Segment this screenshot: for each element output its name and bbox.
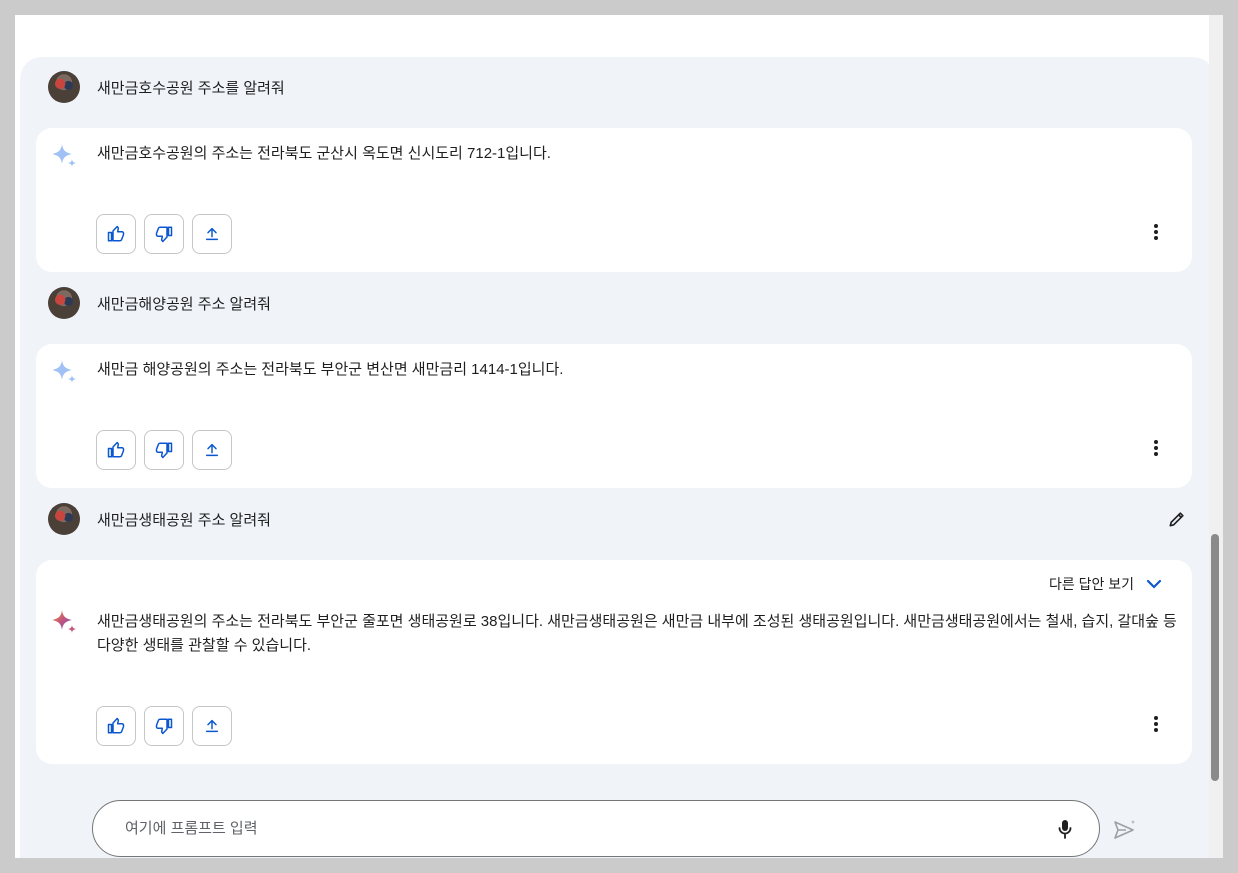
thumbs-down-icon [155,442,173,459]
answer-card: 다른 답안 보기 새만금생태공원의 주소는 전라북도 부안군 줄포면 생태공원로… [36,560,1192,764]
share-button[interactable] [192,430,232,470]
answer-actions [96,214,232,254]
avatar [48,287,80,319]
thumbs-down-button[interactable] [144,430,184,470]
edit-query-button[interactable] [1166,508,1188,530]
chevron-down-icon [1146,579,1162,589]
thumbs-down-icon [155,718,173,735]
thumbs-up-button[interactable] [96,214,136,254]
gemini-spark-icon [52,610,76,633]
user-query-text: 새만금생태공원 주소 알려줘 [97,511,271,529]
thumbs-down-button[interactable] [144,706,184,746]
show-drafts-toggle[interactable]: 다른 답안 보기 [1049,574,1162,594]
avatar [48,503,80,535]
more-options-button[interactable] [1144,712,1168,736]
prompt-input[interactable] [125,801,1025,856]
share-button[interactable] [192,706,232,746]
thumbs-up-icon [107,717,125,734]
answer-actions [96,706,232,746]
share-button[interactable] [192,214,232,254]
send-button[interactable] [1110,815,1140,845]
thumbs-up-button[interactable] [96,430,136,470]
answer-card: 새만금 해양공원의 주소는 전라북도 부안군 변산면 새만금리 1414-1입니… [36,344,1192,488]
pencil-icon [1169,512,1184,527]
more-vert-icon [1154,440,1158,456]
gemini-spark-icon [52,360,76,383]
user-query: 새만금호수공원 주소를 알려줘 [48,70,1188,104]
send-icon [1114,820,1135,839]
answer-card: 새만금호수공원의 주소는 전라북도 군산시 옥도면 신시도리 712-1입니다. [36,128,1192,272]
user-query: 새만금해양공원 주소 알려줘 [48,286,1188,320]
prompt-bar [92,800,1100,857]
share-icon [205,443,219,457]
more-vert-icon [1154,716,1158,732]
scrollbar-thumb[interactable] [1211,534,1219,781]
window-bottom-edge [0,858,1238,873]
gemini-spark-icon [52,144,76,167]
avatar [48,71,80,103]
answer-text: 새만금생태공원의 주소는 전라북도 부안군 줄포면 생태공원로 38입니다. 새… [97,613,1177,654]
thumbs-up-icon [107,441,125,458]
answer-text: 새만금 해양공원의 주소는 전라북도 부안군 변산면 새만금리 1414-1입니… [97,361,564,378]
user-query-text: 새만금해양공원 주소 알려줘 [97,295,271,313]
user-query: 새만금생태공원 주소 알려줘 [48,502,1188,536]
thumbs-up-icon [107,225,125,242]
answer-actions [96,430,232,470]
share-icon [205,719,219,733]
chat-history: 새만금호수공원 주소를 알려줘 새만금호수공원의 주소는 전라북도 군산시 옥도… [20,57,1215,873]
show-drafts-label: 다른 답안 보기 [1048,576,1134,592]
more-options-button[interactable] [1144,436,1168,460]
thumbs-down-icon [155,226,173,243]
mic-icon [1058,820,1072,839]
user-query-text: 새만금호수공원 주소를 알려줘 [97,79,285,97]
answer-text: 새만금호수공원의 주소는 전라북도 군산시 옥도면 신시도리 712-1입니다. [97,145,551,162]
thumbs-up-button[interactable] [96,706,136,746]
more-vert-icon [1154,224,1158,240]
thumbs-down-button[interactable] [144,214,184,254]
more-options-button[interactable] [1144,220,1168,244]
mic-button[interactable] [1053,817,1077,841]
app-window: 새만금호수공원 주소를 알려줘 새만금호수공원의 주소는 전라북도 군산시 옥도… [15,15,1223,873]
share-icon [205,227,219,241]
